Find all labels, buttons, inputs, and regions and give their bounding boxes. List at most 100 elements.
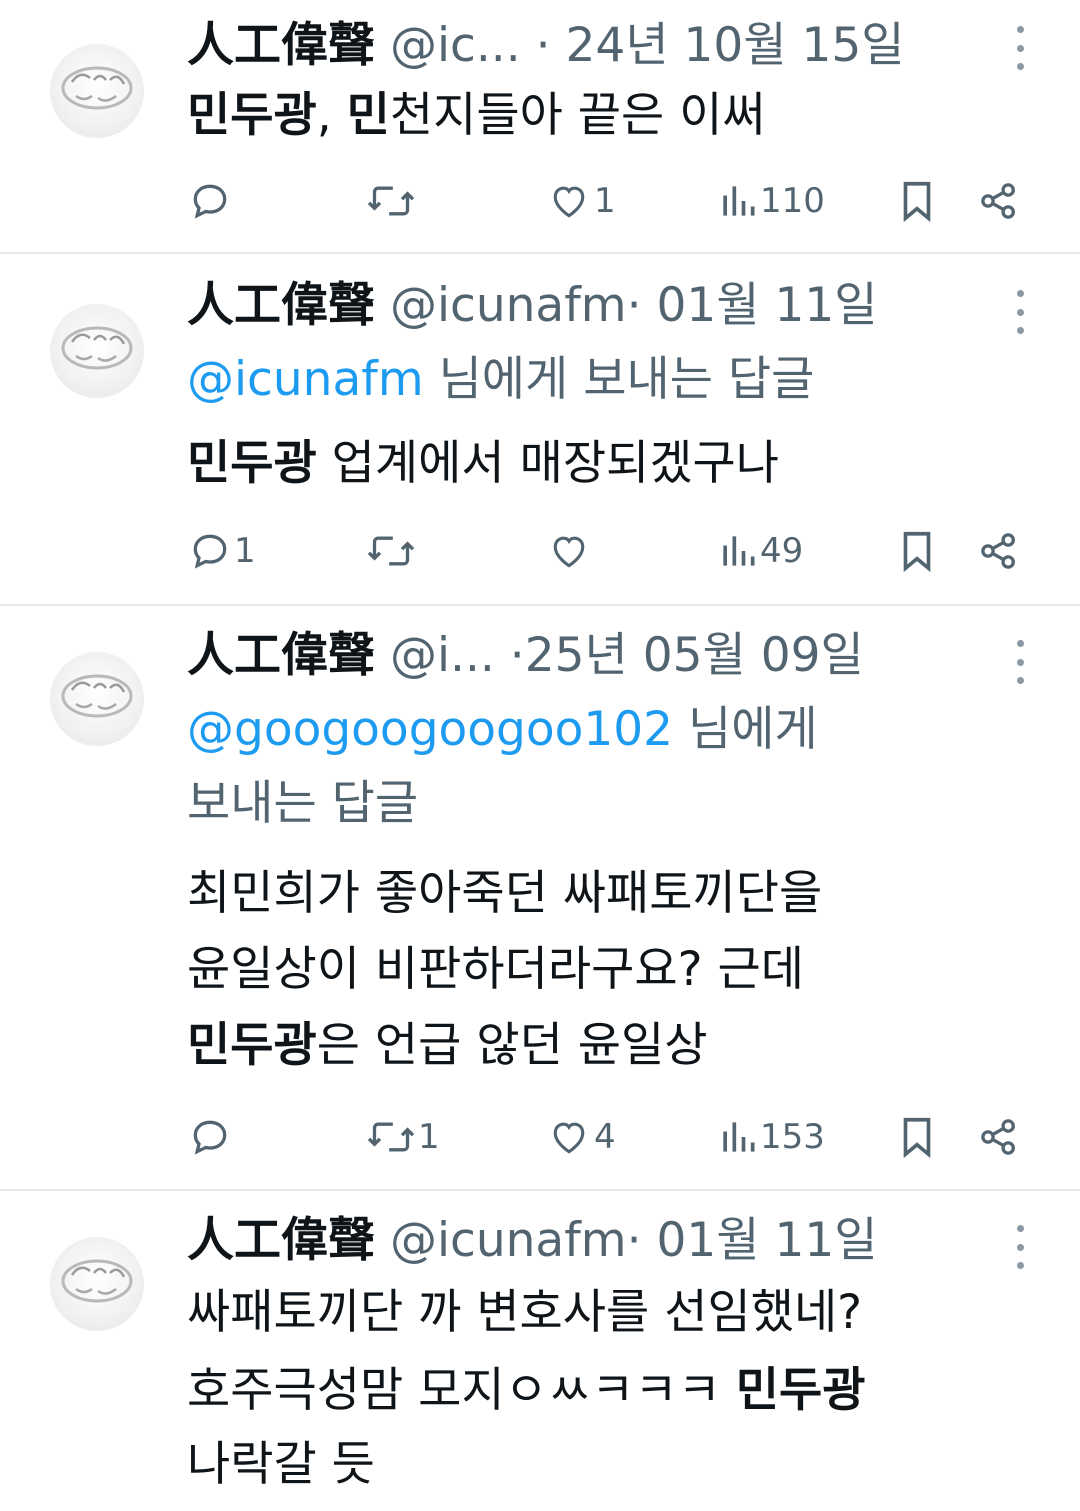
user-handle[interactable]: @icunafm xyxy=(390,278,627,333)
mention-link[interactable]: @icunafm xyxy=(187,352,424,407)
action-bar: 1 110 xyxy=(0,176,1080,226)
more-vertical-icon[interactable] xyxy=(1008,26,1032,70)
header-separator: · xyxy=(626,278,642,333)
views-chart-icon xyxy=(723,1122,755,1152)
share-button[interactable] xyxy=(976,176,1022,226)
retweet-icon xyxy=(367,186,415,216)
reply-to-label: 님에게 xyxy=(688,702,818,757)
retweet-button[interactable]: 1 xyxy=(366,1112,440,1162)
text-fragment: 민두광 xyxy=(187,436,317,491)
text-fragment: 최민희가 좋아죽던 싸패토끼단을 xyxy=(187,866,823,921)
tweet-text-line: 싸패토끼단 까 변호사를 선임했네? xyxy=(187,1283,862,1343)
text-fragment: 윤일상이 비판하더라구요? 근데 xyxy=(187,942,804,997)
view-count: 153 xyxy=(760,1117,825,1157)
ring-logo-image xyxy=(61,1259,133,1303)
like-button[interactable]: 1 xyxy=(546,176,616,226)
like-count: 1 xyxy=(594,181,616,221)
retweet-button[interactable] xyxy=(366,176,418,226)
views-chart-icon xyxy=(723,536,755,566)
tweet-4[interactable]: 人工偉聲 @icunafm· 01월 11일 싸패토끼단 까 변호사를 선임했네… xyxy=(0,1191,1080,1511)
user-handle[interactable]: @ic... xyxy=(390,18,521,73)
retweet-button[interactable] xyxy=(366,526,418,576)
reply-context: @icunafm 님에게 보내는 답글 xyxy=(187,350,814,410)
more-vertical-icon[interactable] xyxy=(1008,290,1032,334)
reply-button[interactable] xyxy=(188,176,234,226)
tweet-text-line: 호주극성맘 모지ㅇㅆㅋㅋㅋ 민두광 xyxy=(187,1361,866,1421)
mention-link[interactable]: @googoogoogoo102 xyxy=(187,702,673,757)
ring-logo-image xyxy=(61,66,133,110)
ring-logo-image xyxy=(61,326,133,370)
user-handle[interactable]: @i... xyxy=(390,628,495,683)
header-separator: · xyxy=(626,1213,642,1268)
avatar[interactable] xyxy=(50,1237,144,1331)
text-fragment: 천지들아 끝은 이써 xyxy=(389,88,766,143)
tweet-text-line: 윤일상이 비판하더라구요? 근데 xyxy=(187,940,804,1000)
display-name[interactable]: 人工偉聲 xyxy=(187,278,375,333)
avatar[interactable] xyxy=(50,304,144,398)
bookmark-button[interactable] xyxy=(896,176,938,226)
tweet-text-line: 최민희가 좋아죽던 싸패토끼단을 xyxy=(187,864,822,924)
text-fragment: 민두광 xyxy=(187,88,317,143)
text-fragment: 업계에서 매장되겠구나 xyxy=(316,436,780,491)
avatar[interactable] xyxy=(50,44,144,138)
reply-count: 1 xyxy=(234,531,256,571)
bookmark-icon xyxy=(903,181,931,223)
views-button[interactable]: 153 xyxy=(718,1112,825,1162)
text-fragment: 호주극성맘 모지ㅇㅆㅋㅋㅋ xyxy=(187,1363,736,1418)
tweet-header: 人工偉聲 @icunafm· 01월 11일 xyxy=(187,1211,878,1271)
like-button[interactable] xyxy=(546,526,594,576)
like-count: 4 xyxy=(594,1117,616,1157)
share-icon xyxy=(981,1119,1015,1155)
reply-button[interactable] xyxy=(188,1112,234,1162)
tweet-date[interactable]: 25년 05월 09일 xyxy=(525,628,864,683)
tweet-date[interactable]: 24년 10월 15일 xyxy=(566,18,905,73)
heart-icon xyxy=(553,1122,585,1154)
reply-context: @googoogoogoo102 님에게 xyxy=(187,700,818,760)
header-separator: · xyxy=(509,628,525,683)
action-bar: 1 49 xyxy=(0,526,1080,576)
text-fragment: 나락갈 듯 xyxy=(187,1437,375,1492)
more-vertical-icon[interactable] xyxy=(1008,640,1032,684)
text-fragment: 민 xyxy=(346,88,390,143)
tweet-1[interactable]: 人工偉聲 @ic... · 24년 10월 15일 민두광, 민천지들아 끝은 … xyxy=(0,0,1080,252)
tweet-text-line: 민두광은 언급 않던 윤일상 xyxy=(187,1016,707,1076)
action-bar: 1 4 153 xyxy=(0,1112,1080,1162)
display-name[interactable]: 人工偉聲 xyxy=(187,1213,375,1268)
share-icon xyxy=(981,533,1015,569)
text-fragment: 민두광 xyxy=(187,1018,317,1073)
share-button[interactable] xyxy=(976,1112,1022,1162)
view-count: 110 xyxy=(760,181,825,221)
share-button[interactable] xyxy=(976,526,1022,576)
views-button[interactable]: 110 xyxy=(718,176,825,226)
tweet-2[interactable]: 人工偉聲 @icunafm· 01월 11일 @icunafm 님에게 보내는 … xyxy=(0,254,1080,604)
views-button[interactable]: 49 xyxy=(718,526,803,576)
like-button[interactable]: 4 xyxy=(546,1112,616,1162)
text-fragment: , xyxy=(316,88,347,143)
reply-context-continued: 보내는 답글 xyxy=(187,774,418,834)
retweet-icon xyxy=(367,536,415,566)
reply-to-label-2: 보내는 답글 xyxy=(187,776,419,831)
tweet-header: 人工偉聲 @i... ·25년 05월 09일 xyxy=(187,626,864,686)
more-vertical-icon[interactable] xyxy=(1008,1225,1032,1269)
text-fragment: 민두광 xyxy=(735,1363,866,1418)
heart-icon xyxy=(553,186,585,218)
tweet-date[interactable]: 01월 11일 xyxy=(656,278,877,333)
heart-icon xyxy=(553,536,585,568)
avatar[interactable] xyxy=(50,652,144,746)
retweet-icon xyxy=(367,1122,415,1152)
tweet-text: 민두광, 민천지들아 끝은 이써 xyxy=(187,86,766,146)
display-name[interactable]: 人工偉聲 xyxy=(187,628,375,683)
bookmark-button[interactable] xyxy=(896,1112,938,1162)
tweet-3[interactable]: 人工偉聲 @i... ·25년 05월 09일 @googoogoogoo102… xyxy=(0,606,1080,1189)
tweet-date[interactable]: 01월 11일 xyxy=(656,1213,877,1268)
header-separator: · xyxy=(535,18,551,73)
retweet-count: 1 xyxy=(418,1117,440,1157)
reply-icon xyxy=(193,534,227,569)
reply-button[interactable]: 1 xyxy=(188,526,256,576)
views-chart-icon xyxy=(723,186,755,216)
tweet-text: 민두광 업계에서 매장되겠구나 xyxy=(187,434,779,494)
bookmark-icon xyxy=(903,531,931,573)
display-name[interactable]: 人工偉聲 xyxy=(187,18,375,73)
bookmark-button[interactable] xyxy=(896,526,938,576)
user-handle[interactable]: @icunafm xyxy=(390,1213,627,1268)
